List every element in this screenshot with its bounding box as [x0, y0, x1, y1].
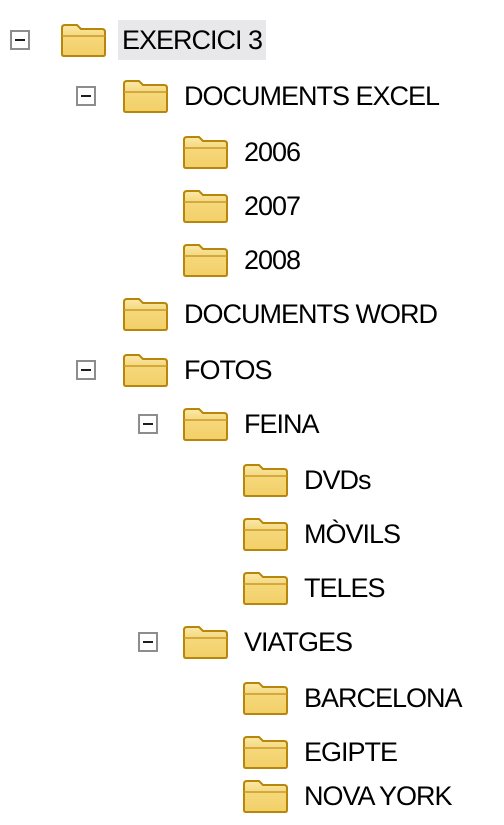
tree-node-label[interactable]: 2006: [240, 132, 304, 172]
tree-node-documents-word[interactable]: DOCUMENTS WORD: [0, 288, 504, 340]
tree-node-teles[interactable]: TELES: [0, 562, 504, 614]
folder-icon: [242, 462, 290, 498]
tree-node-label[interactable]: EXERCICI 3: [118, 20, 267, 60]
folder-icon: [122, 78, 170, 114]
tree-node-label[interactable]: FEINA: [240, 404, 323, 444]
collapse-toggle-icon[interactable]: [138, 414, 158, 434]
folder-icon: [182, 134, 230, 170]
tree-node-label[interactable]: MÒVILS: [300, 514, 404, 554]
tree-node-feina[interactable]: FEINA: [0, 398, 504, 450]
tree-node-2008[interactable]: 2008: [0, 234, 504, 286]
tree-node-viatges[interactable]: VIATGES: [0, 616, 504, 668]
tree-node-label[interactable]: 2008: [240, 240, 304, 280]
tree-node-label[interactable]: DOCUMENTS WORD: [180, 294, 441, 334]
tree-node-label[interactable]: FOTOS: [180, 350, 276, 390]
folder-icon: [60, 22, 108, 58]
folder-icon: [182, 188, 230, 224]
folder-tree: EXERCICI 3 DOCUMENTS EXCEL 2006 2007 200…: [0, 0, 504, 825]
folder-icon: [242, 680, 290, 716]
tree-node-2007[interactable]: 2007: [0, 180, 504, 232]
folder-icon: [242, 734, 290, 770]
tree-node-label[interactable]: DOCUMENTS EXCEL: [180, 76, 443, 116]
tree-node-fotos[interactable]: FOTOS: [0, 344, 504, 396]
tree-node-label[interactable]: VIATGES: [240, 622, 356, 662]
tree-node-dvds[interactable]: DVDs: [0, 454, 504, 506]
folder-icon: [182, 406, 230, 442]
collapse-toggle-icon[interactable]: [76, 86, 96, 106]
tree-node-barcelona[interactable]: BARCELONA: [0, 672, 504, 724]
tree-node-label[interactable]: DVDs: [300, 460, 375, 500]
tree-node-label[interactable]: TELES: [300, 568, 389, 608]
tree-node-2006[interactable]: 2006: [0, 126, 504, 178]
folder-icon: [182, 242, 230, 278]
tree-node-exercici-3[interactable]: EXERCICI 3: [0, 14, 504, 66]
folder-icon: [242, 570, 290, 606]
tree-node-label[interactable]: BARCELONA: [300, 678, 466, 718]
folder-icon: [242, 778, 290, 814]
folder-icon: [122, 296, 170, 332]
collapse-toggle-icon[interactable]: [76, 360, 96, 380]
tree-node-label[interactable]: NOVA YORK: [300, 776, 456, 816]
folder-icon: [122, 352, 170, 388]
collapse-toggle-icon[interactable]: [138, 632, 158, 652]
folder-icon: [182, 624, 230, 660]
tree-node-nova-york[interactable]: NOVA YORK: [0, 770, 504, 822]
tree-node-label[interactable]: EGIPTE: [300, 732, 401, 772]
collapse-toggle-icon[interactable]: [10, 30, 30, 50]
tree-node-documents-excel[interactable]: DOCUMENTS EXCEL: [0, 70, 504, 122]
folder-icon: [242, 516, 290, 552]
tree-node-label[interactable]: 2007: [240, 186, 304, 226]
tree-node-movils[interactable]: MÒVILS: [0, 508, 504, 560]
